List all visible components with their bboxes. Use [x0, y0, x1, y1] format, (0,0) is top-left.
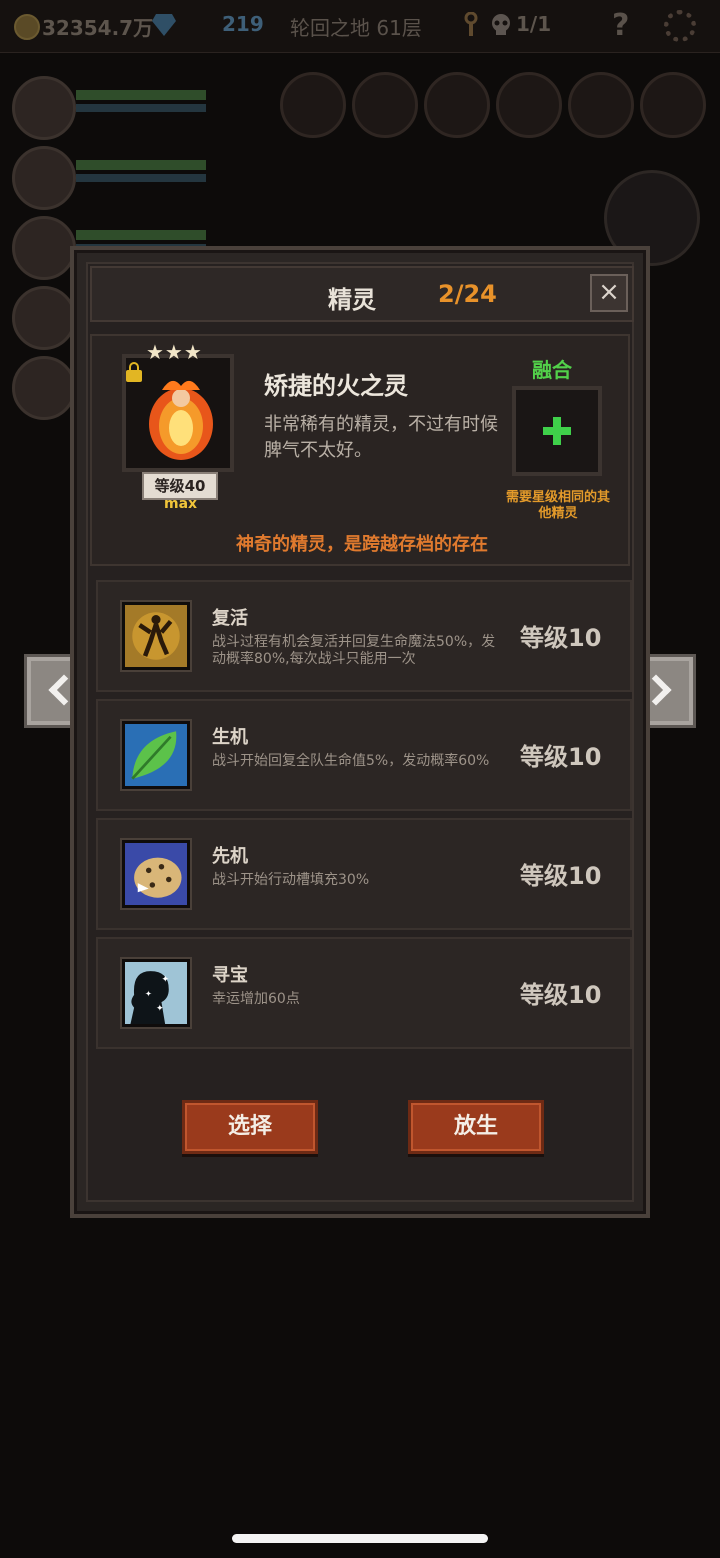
- hero-slot[interactable]: [12, 76, 222, 140]
- skill-description: 战斗开始行动槽填充30%: [212, 872, 370, 888]
- skill-name: 复活: [212, 608, 248, 629]
- gem-icon: [152, 14, 176, 36]
- svg-text:✦: ✦: [145, 989, 152, 999]
- avatar: [12, 76, 76, 140]
- skill-level: 等级10: [520, 862, 602, 890]
- release-button[interactable]: 放生: [408, 1100, 544, 1154]
- skill-row[interactable]: 生机 战斗开始回复全队生命值5%，发动概率60% 等级10: [96, 699, 632, 811]
- avatar: [12, 286, 76, 350]
- equipment-slot[interactable]: [568, 72, 634, 138]
- help-icon[interactable]: ?: [612, 8, 629, 43]
- leaf-icon: [120, 719, 192, 791]
- equipment-slot[interactable]: [352, 72, 418, 138]
- skill-name: 先机: [212, 846, 248, 867]
- dialog-title: 精灵: [328, 286, 376, 314]
- spirit-name: 矫捷的火之灵: [264, 372, 408, 400]
- skill-description: 幸运增加60点: [212, 991, 300, 1007]
- spirit-description: 非常稀有的精灵，不过有时候脾气不太好。: [264, 414, 498, 461]
- max-level-label: max: [164, 496, 198, 512]
- gem-amount: 219: [222, 12, 264, 36]
- luck-icon: ✦ ✦ ✦: [120, 957, 192, 1029]
- equipment-slot[interactable]: [424, 72, 490, 138]
- skill-row[interactable]: 复活 战斗过程有机会复活并回复生命魔法50%，发动概率80%,每次战斗只能用一次…: [96, 580, 632, 692]
- fuse-slot-button[interactable]: [512, 386, 602, 476]
- svg-text:✦: ✦: [156, 1004, 164, 1014]
- fuse-label: 融合: [532, 358, 572, 382]
- hp-bar: [76, 230, 206, 240]
- skill-level: 等级10: [520, 743, 602, 771]
- skill-row[interactable]: ✦ ✦ ✦ 寻宝 幸运增加60点 等级10: [96, 937, 632, 1049]
- plus-icon: [543, 417, 571, 445]
- fuse-requirement-note: 需要星级相同的其他精灵: [505, 490, 610, 521]
- resurrect-icon: [120, 600, 192, 672]
- spirit-info-panel: ★★★ 等级40 max 矫捷的火之灵 非常稀有的精灵，不过有时候脾气不太好。 …: [90, 334, 630, 566]
- mp-bar: [76, 104, 206, 112]
- location-label: 轮回之地 61层: [290, 16, 422, 40]
- skill-description: 战斗过程有机会复活并回复生命魔法50%，发动概率80%,每次战斗只能用一次: [212, 634, 496, 667]
- gear-icon[interactable]: [664, 10, 696, 42]
- home-indicator[interactable]: [232, 1534, 488, 1543]
- skill-description: 战斗开始回复全队生命值5%，发动概率60%: [212, 753, 490, 769]
- avatar: [12, 216, 76, 280]
- close-button[interactable]: ×: [590, 274, 628, 312]
- skull-icon: [492, 14, 510, 35]
- avatar: [12, 146, 76, 210]
- key-icon: [464, 12, 478, 36]
- spirit-tagline: 神奇的精灵，是跨越存档的存在: [236, 534, 488, 555]
- svg-text:✦: ✦: [161, 975, 169, 985]
- equipment-slot[interactable]: [496, 72, 562, 138]
- key-count: 1/1: [516, 12, 552, 36]
- fire-spirit-icon: [149, 380, 213, 460]
- resource-bar: 32354.7万 219 轮回之地 61层 1/1 ?: [0, 0, 720, 53]
- skill-name: 寻宝: [212, 965, 248, 986]
- hp-bar: [76, 90, 206, 100]
- select-button[interactable]: 选择: [182, 1100, 318, 1154]
- skill-level: 等级10: [520, 624, 602, 652]
- gold-amount: 32354.7万: [42, 16, 154, 40]
- spirit-dialog: 精灵 2/24 × ★★★ 等级40 max 矫捷的火之灵 非常稀有的精灵，不过…: [70, 246, 650, 1218]
- mp-bar: [76, 174, 206, 182]
- coin-icon: [14, 14, 40, 40]
- avatar: [12, 356, 76, 420]
- equipment-slot[interactable]: [640, 72, 706, 138]
- star-rating: ★★★: [146, 340, 203, 364]
- hero-slot[interactable]: [12, 146, 222, 210]
- skill-row[interactable]: 先机 战斗开始行动槽填充30% 等级10: [96, 818, 632, 930]
- dialog-title-bar: 精灵 2/24: [90, 266, 634, 322]
- hp-bar: [76, 160, 206, 170]
- leopard-icon: [120, 838, 192, 910]
- equipment-slot[interactable]: [280, 72, 346, 138]
- skill-name: 生机: [212, 727, 248, 748]
- spirit-count: 2/24: [438, 280, 497, 308]
- skill-level: 等级10: [520, 981, 602, 1009]
- lock-icon[interactable]: [126, 362, 142, 382]
